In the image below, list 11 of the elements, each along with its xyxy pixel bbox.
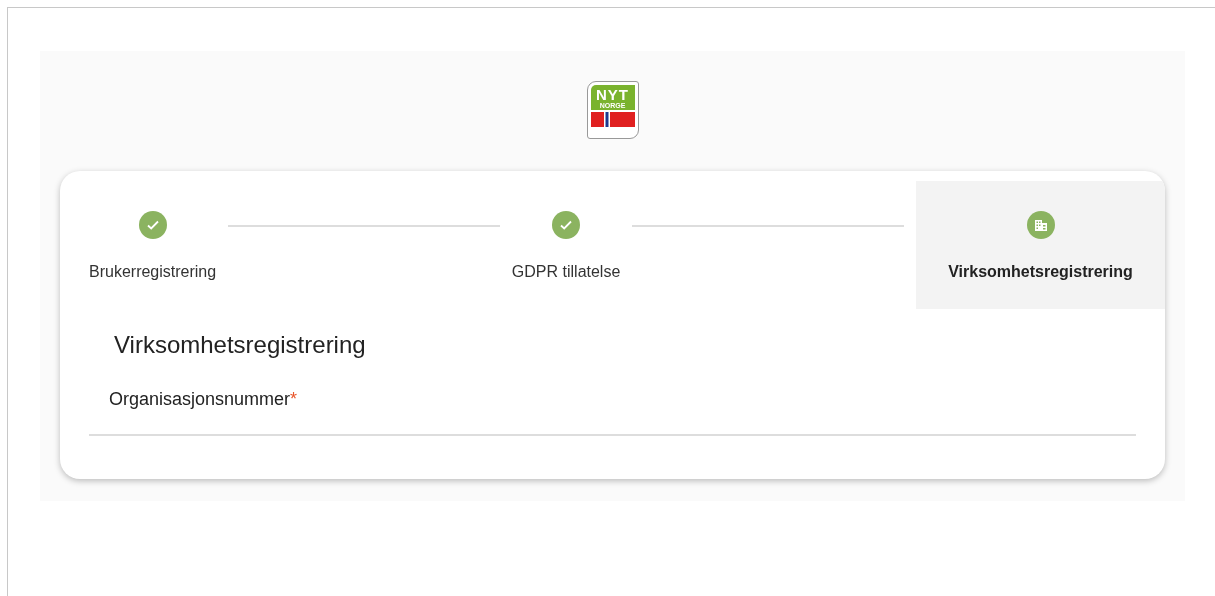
step-label: GDPR tillatelse: [511, 263, 621, 281]
logo-text: NYT: [596, 87, 629, 102]
active-step[interactable]: Virksomhetsregistrering: [916, 181, 1165, 309]
step-label: Brukerregistrering: [89, 263, 217, 281]
step-label: Virksomhetsregistrering: [948, 263, 1133, 281]
form-title: Virksomhetsregistrering: [114, 331, 367, 359]
check-icon: [559, 218, 574, 232]
flag-icon: [590, 112, 635, 127]
building-icon: [1033, 218, 1048, 232]
check-icon: [145, 218, 160, 232]
input-field[interactable]: Organisasjonsnummer*: [89, 389, 1136, 436]
